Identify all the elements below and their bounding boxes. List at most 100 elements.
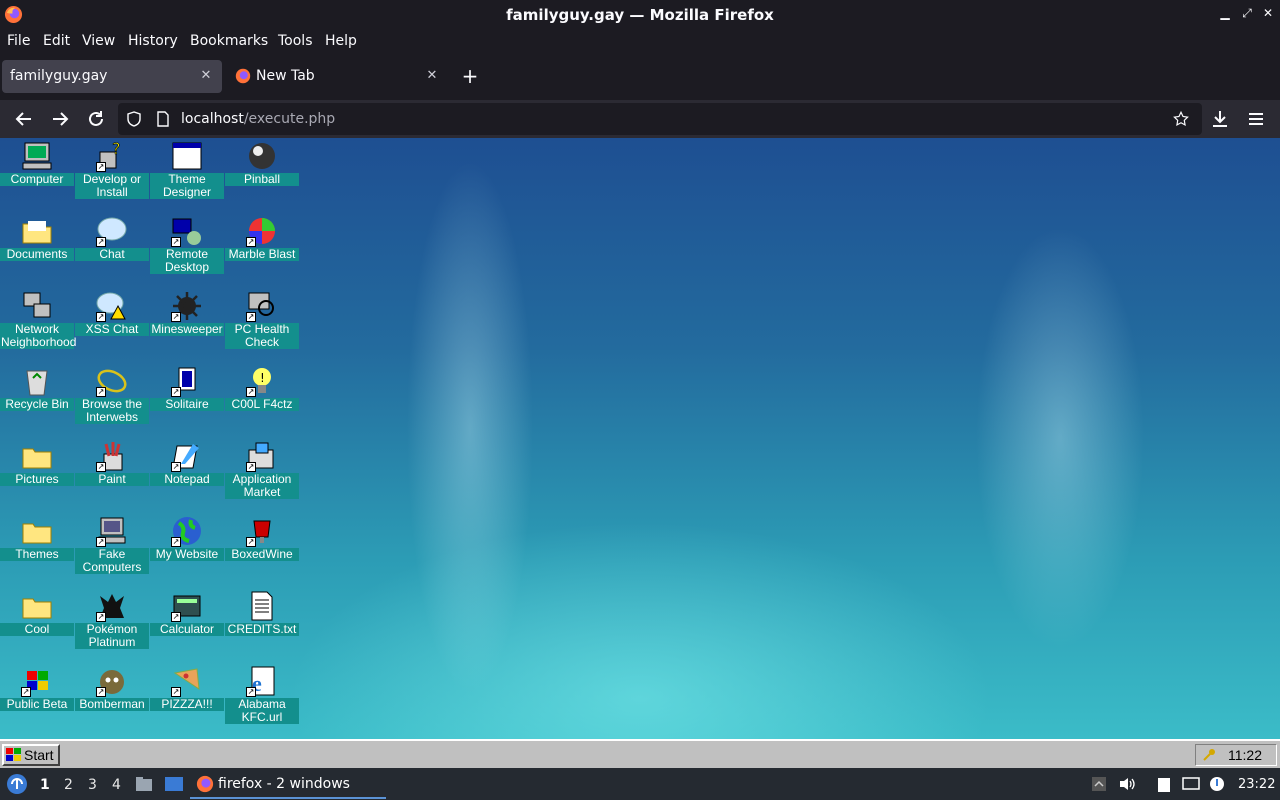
desktop-icon-pizzza[interactable]: ↗ PIZZZA!!! bbox=[150, 663, 224, 733]
paint-icon: ↗ bbox=[96, 440, 128, 472]
desktop-icon-boxedwine[interactable]: ↗ BoxedWine bbox=[225, 513, 299, 583]
desktop-icon-cool[interactable]: Cool bbox=[0, 588, 74, 658]
desktop-icon-develop-or-install[interactable]: ? ↗ Develop or Install bbox=[75, 138, 149, 208]
close-tab-icon[interactable]: ✕ bbox=[424, 68, 440, 84]
desktop-icon-c00l-f4ctz[interactable]: ! ↗ C00L F4ctz bbox=[225, 363, 299, 433]
back-arrow-icon[interactable] bbox=[12, 107, 36, 131]
network-icon bbox=[21, 290, 53, 322]
pizza-icon: ↗ bbox=[171, 665, 203, 697]
display-icon[interactable] bbox=[1182, 775, 1200, 793]
taskbar-firefox-task[interactable]: firefox - 2 windows bbox=[190, 769, 386, 799]
desktop-icon-label: XSS Chat bbox=[75, 323, 149, 336]
remote-desktop-icon: ↗ bbox=[171, 215, 203, 247]
volume-icon[interactable] bbox=[1118, 775, 1136, 793]
desktop-icon-fake-computers[interactable]: ↗ Fake Computers bbox=[75, 513, 149, 583]
desktop-icon-bomberman[interactable]: ↗ Bomberman bbox=[75, 663, 149, 733]
menu-history[interactable]: History bbox=[128, 33, 178, 49]
forward-arrow-icon[interactable] bbox=[48, 107, 72, 131]
desktop-icon-pictures[interactable]: Pictures bbox=[0, 438, 74, 508]
clipboard-icon[interactable] bbox=[1155, 775, 1173, 793]
show-desktop-icon[interactable] bbox=[164, 776, 184, 792]
desktop-icon-recycle-bin[interactable]: Recycle Bin bbox=[0, 363, 74, 433]
desktop-icon-xss-chat[interactable]: ↗ XSS Chat bbox=[75, 288, 149, 358]
win98-taskbar: Start 11:22 bbox=[0, 739, 1280, 768]
menu-bookmarks[interactable]: Bookmarks bbox=[190, 33, 268, 49]
solitaire-icon: ↗ bbox=[171, 365, 203, 397]
minimize-icon[interactable]: ▁ bbox=[1218, 6, 1232, 20]
desktop-icon-label: Calculator bbox=[150, 623, 224, 636]
new-tab-button[interactable]: + bbox=[458, 64, 482, 88]
bookmark-star-icon[interactable] bbox=[1172, 110, 1190, 128]
tab-label: New Tab bbox=[256, 68, 315, 84]
workspace-1[interactable]: 1 bbox=[40, 777, 50, 793]
shortcut-arrow-icon: ↗ bbox=[96, 162, 106, 172]
computer-icon bbox=[21, 140, 53, 172]
shortcut-arrow-icon: ↗ bbox=[171, 387, 181, 397]
maximize-icon[interactable]: ⤢ bbox=[1240, 6, 1254, 20]
desktop-icon-solitaire[interactable]: ↗ Solitaire bbox=[150, 363, 224, 433]
desktop-icon-label: Paint bbox=[75, 473, 149, 486]
tab-new-tab[interactable]: New Tab ✕ bbox=[226, 60, 446, 93]
desktop-icon-credits-txt[interactable]: CREDITS.txt bbox=[225, 588, 299, 658]
url-bar[interactable]: localhost/execute.php bbox=[118, 103, 1202, 135]
shortcut-arrow-icon: ↗ bbox=[171, 612, 181, 622]
desktop-icon-calculator[interactable]: ↗ Calculator bbox=[150, 588, 224, 658]
desktop-icon-remote-desktop[interactable]: ↗ Remote Desktop bbox=[150, 213, 224, 283]
url-text: localhost/execute.php bbox=[181, 111, 335, 127]
shortcut-arrow-icon: ↗ bbox=[246, 687, 256, 697]
desktop-icon-pc-health-check[interactable]: ↗ PC Health Check bbox=[225, 288, 299, 358]
workspace-2[interactable]: 2 bbox=[64, 777, 73, 793]
desktop-icon-theme-designer[interactable]: Theme Designer bbox=[150, 138, 224, 208]
desktop-icon-documents[interactable]: Documents bbox=[0, 213, 74, 283]
task-label: firefox - 2 windows bbox=[218, 776, 350, 792]
shield-icon[interactable] bbox=[126, 111, 142, 127]
desktop-icon-themes[interactable]: Themes bbox=[0, 513, 74, 583]
start-button[interactable]: Start bbox=[2, 744, 60, 766]
notification-icon[interactable] bbox=[1208, 775, 1226, 793]
menu-view[interactable]: View bbox=[82, 33, 115, 49]
desktop-icon-minesweeper[interactable]: ↗ Minesweeper bbox=[150, 288, 224, 358]
desktop-icon-label: My Website bbox=[150, 548, 224, 561]
shortcut-arrow-icon: ↗ bbox=[96, 687, 106, 697]
desktop-icon-notepad[interactable]: ↗ Notepad bbox=[150, 438, 224, 508]
shortcut-arrow-icon: ↗ bbox=[246, 537, 256, 547]
develop-install-icon: ? ↗ bbox=[96, 139, 128, 172]
desktop-icon-my-website[interactable]: ↗ My Website bbox=[150, 513, 224, 583]
file-manager-icon[interactable] bbox=[135, 776, 153, 792]
workspace-3[interactable]: 3 bbox=[88, 777, 97, 793]
menu-help[interactable]: Help bbox=[325, 33, 357, 49]
download-icon[interactable] bbox=[1208, 107, 1232, 131]
desktop-icon-application-market[interactable]: ↗ Application Market bbox=[225, 438, 299, 508]
desktop-icon-public-beta[interactable]: ↗ Public Beta bbox=[0, 663, 74, 733]
desktop-icon-computer[interactable]: Computer bbox=[0, 138, 74, 208]
text-file-icon bbox=[246, 590, 278, 622]
desktop-icon-network-neighborhood[interactable]: Network Neighborhood bbox=[0, 288, 76, 358]
desktop-icon-chat[interactable]: ↗ Chat bbox=[75, 213, 149, 283]
desktop-icon-alabama-kfc-url[interactable]: e ↗ Alabama KFC.url bbox=[225, 663, 299, 733]
window-title: familyguy.gay — Mozilla Firefox bbox=[506, 6, 774, 24]
menu-file[interactable]: File bbox=[7, 33, 30, 49]
close-icon[interactable]: ✕ bbox=[1261, 6, 1275, 20]
menu-tools[interactable]: Tools bbox=[278, 33, 313, 49]
reload-icon[interactable] bbox=[84, 107, 108, 131]
desktop-icon-label: Solitaire bbox=[150, 398, 224, 411]
desktop-area[interactable]: Computer? ↗ Develop or Install Theme Design… bbox=[0, 138, 1280, 739]
app-market-icon: ↗ bbox=[246, 440, 278, 472]
app-menu-icon[interactable] bbox=[6, 773, 28, 795]
menu-edit[interactable]: Edit bbox=[43, 33, 70, 49]
themes-folder-icon bbox=[21, 515, 53, 547]
workspace-4[interactable]: 4 bbox=[112, 777, 121, 793]
close-tab-icon[interactable]: ✕ bbox=[198, 68, 214, 84]
desktop-icon-pinball[interactable]: Pinball bbox=[225, 138, 299, 208]
pinball-icon bbox=[246, 140, 278, 172]
window-titlebar[interactable]: familyguy.gay — Mozilla Firefox ▁ ⤢ ✕ bbox=[0, 0, 1280, 29]
desktop-icon-pok-mon-platinum[interactable]: ↗ Pokémon Platinum bbox=[75, 588, 149, 658]
tray-expand-icon[interactable] bbox=[1090, 775, 1108, 793]
desktop-icon-paint[interactable]: ↗ Paint bbox=[75, 438, 149, 508]
key-icon[interactable] bbox=[1202, 748, 1216, 762]
desktop-icon-marble-blast[interactable]: ↗ Marble Blast bbox=[225, 213, 299, 283]
hamburger-menu-icon[interactable] bbox=[1244, 107, 1268, 131]
desktop-icon-browse-the-interwebs[interactable]: ↗ Browse the Interwebs bbox=[75, 363, 149, 433]
tab-familyguy[interactable]: familyguy.gay ✕ bbox=[2, 60, 222, 93]
theme-designer-icon bbox=[171, 140, 203, 172]
